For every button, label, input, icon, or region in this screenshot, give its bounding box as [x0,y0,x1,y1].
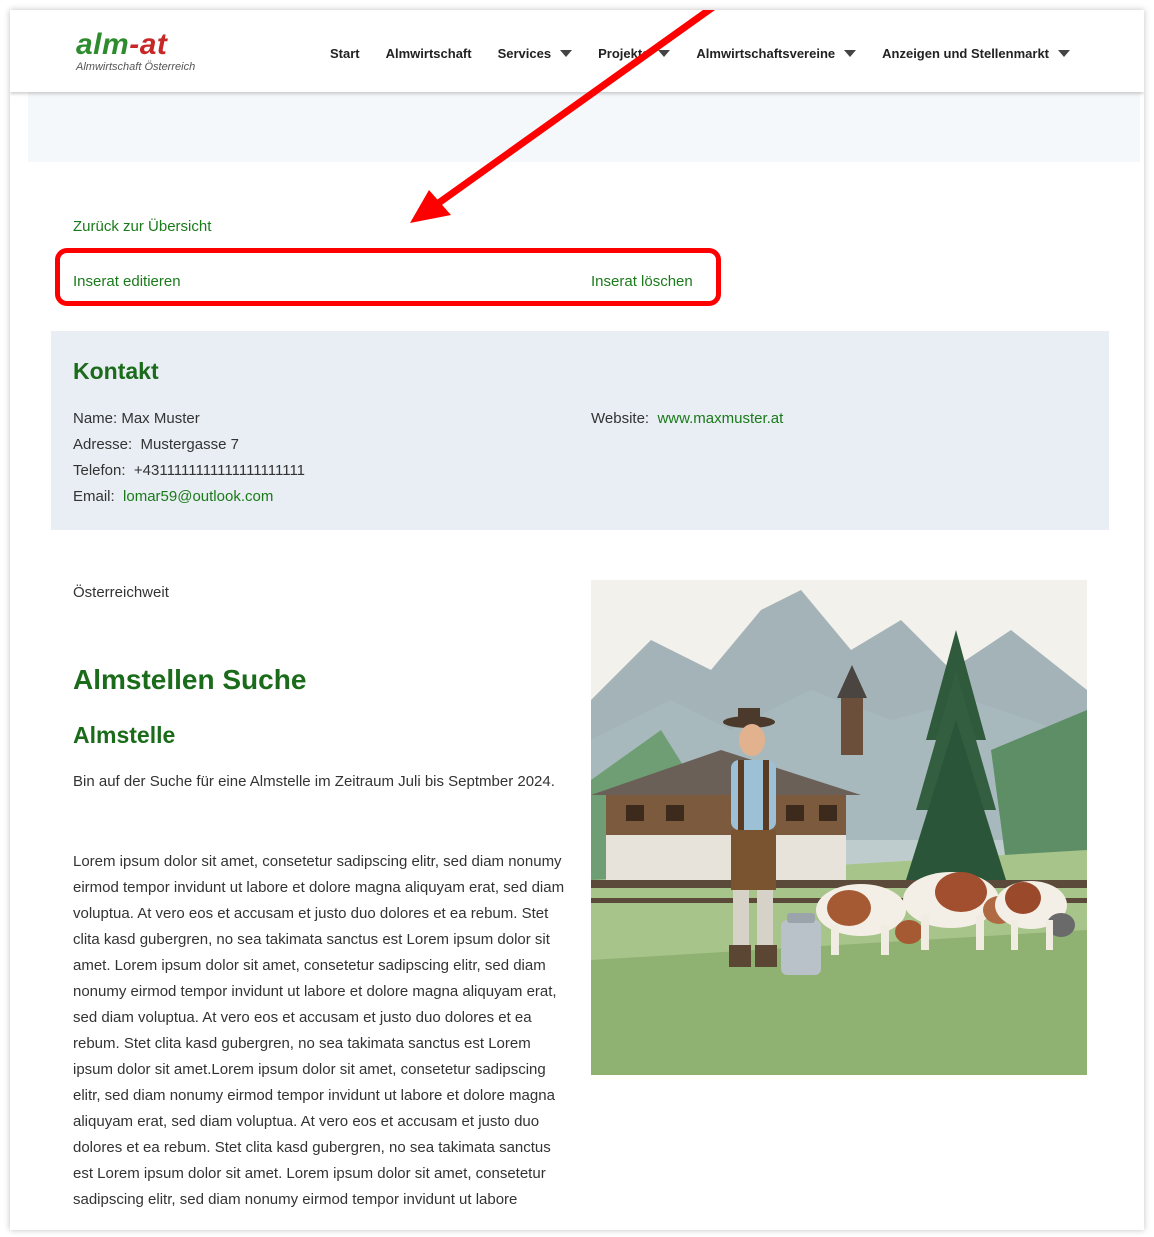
contact-box: Kontakt Name: Max Muster Adresse: Muster… [51,331,1109,530]
caret-down-icon [658,50,671,57]
logo-subtitle: Almwirtschaft Österreich [76,61,196,73]
contact-website-link[interactable]: www.maxmuster.at [657,410,783,427]
caret-down-icon [1058,50,1071,57]
main-nav: Start Almwirtschaft Services Projekte Al… [330,46,1096,61]
browser-page: alm-at Almwirtschaft Österreich Start Al… [10,10,1144,1230]
hero-band [28,92,1140,162]
site-logo[interactable]: alm-at Almwirtschaft Österreich [76,28,196,74]
contact-phone: +4311111111111111111111 [133,462,306,479]
listing-image [591,580,1087,1075]
delete-listing-link[interactable]: Inserat löschen [591,273,693,290]
listing-body: Lorem ipsum dolor sit amet, consetetur s… [73,853,565,1208]
nav-item-start[interactable]: Start [330,46,360,61]
edit-listing-link[interactable]: Inserat editieren [73,273,181,290]
logo-wordmark: alm-at [76,28,168,61]
caret-down-icon [560,50,573,57]
contact-email-row: Email: lomar59@outlook.com [73,488,274,505]
nav-item-almwirtschaft[interactable]: Almwirtschaft [386,46,472,61]
contact-details: Name: Max Muster Adresse: Mustergasse 7 … [73,406,305,510]
listing-intro: Bin auf der Suche für eine Almstelle im … [73,773,555,790]
site-header: alm-at Almwirtschaft Österreich Start Al… [10,10,1144,92]
contact-name: Name: Max Muster [73,410,200,427]
nav-item-almwirtschaftsvereine[interactable]: Almwirtschaftsvereine [696,46,857,61]
contact-address-row: Adresse: Mustergasse 7 [73,436,239,453]
caret-down-icon [844,50,857,57]
contact-heading: Kontakt [73,358,159,384]
contact-website-row: Website: www.maxmuster.at [591,410,784,427]
listing-region: Österreichweit [73,584,169,601]
nav-item-anzeigen[interactable]: Anzeigen und Stellenmarkt [882,46,1071,61]
contact-phone-row: Telefon: +4311111111111111111111 [73,462,306,479]
back-to-overview-link[interactable]: Zurück zur Übersicht [73,218,211,235]
contact-address: Mustergasse 7 [140,436,239,453]
contact-email-link[interactable]: lomar59@outlook.com [123,488,273,505]
listing-subtitle: Almstelle [73,722,176,748]
nav-item-projekte[interactable]: Projekte [598,46,671,61]
nav-item-services[interactable]: Services [498,46,573,61]
listing-title: Almstellen Suche [73,664,307,695]
